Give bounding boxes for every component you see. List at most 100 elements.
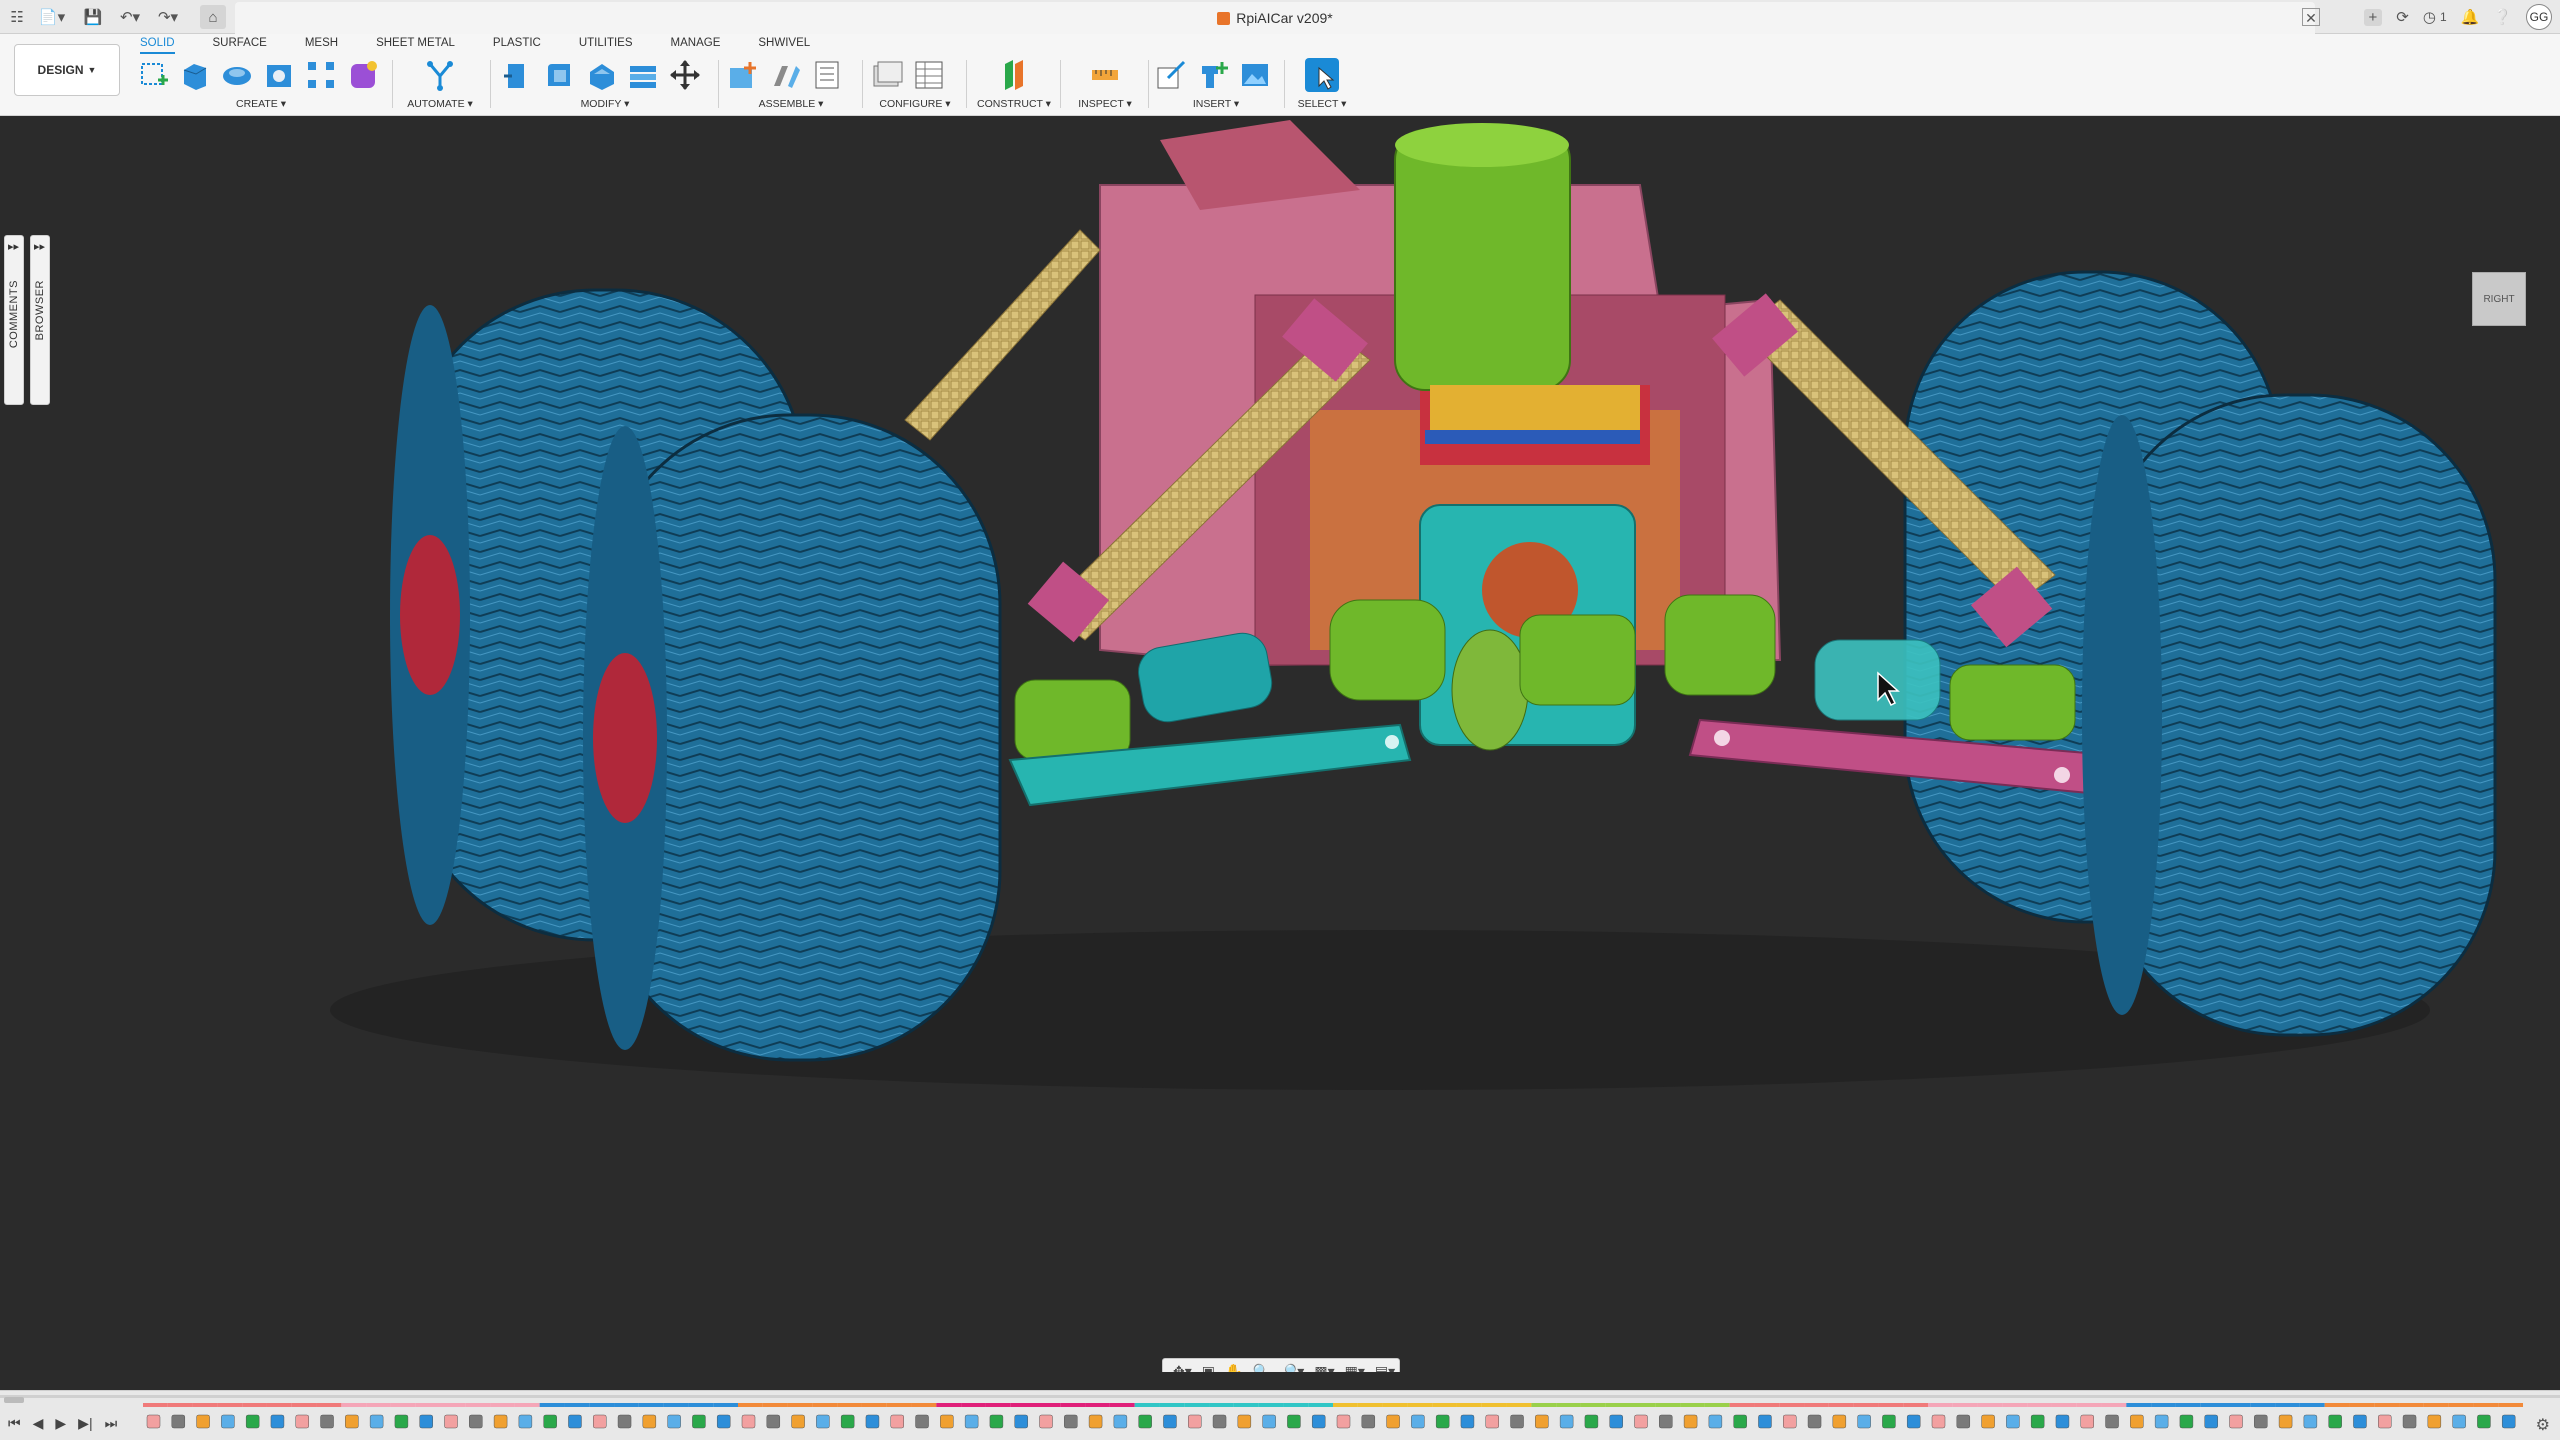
- timeline-feature-construct-icon[interactable]: [345, 1414, 359, 1429]
- shell-icon[interactable]: [584, 58, 618, 92]
- timeline-feature-sketch-icon[interactable]: [2080, 1414, 2094, 1429]
- timeline-feature-joint-icon[interactable]: [1956, 1414, 1971, 1429]
- job-status-icon[interactable]: ◷: [2423, 8, 2436, 26]
- tab-surface[interactable]: SURFACE: [213, 34, 267, 54]
- timeline-feature-joint-icon[interactable]: [1064, 1414, 1078, 1429]
- timeline-feature-construct-icon[interactable]: [1683, 1414, 1698, 1429]
- pan-icon[interactable]: ✋: [1225, 1363, 1242, 1373]
- timeline-feature-component-icon[interactable]: [1113, 1414, 1128, 1429]
- timeline-feature-construct-icon[interactable]: [1535, 1414, 1549, 1429]
- timeline-feature-pattern-icon[interactable]: [1584, 1414, 1599, 1429]
- joint-icon[interactable]: [768, 58, 802, 92]
- extrude-icon[interactable]: [178, 58, 212, 92]
- tab-sheet-metal[interactable]: SHEET METAL: [376, 34, 455, 54]
- timeline-feature-pattern-icon[interactable]: [1287, 1414, 1301, 1429]
- timeline-feature-sketch-icon[interactable]: [1336, 1414, 1351, 1429]
- sync-icon[interactable]: ⟳: [2396, 8, 2409, 26]
- display-settings-icon[interactable]: ▩▾: [1314, 1363, 1334, 1373]
- automate-label[interactable]: AUTOMATE: [407, 98, 464, 110]
- new-tab-icon[interactable]: +: [2363, 8, 2383, 26]
- timeline-feature-extrude-icon[interactable]: [716, 1414, 731, 1429]
- orbit-icon[interactable]: ✥▾: [1173, 1363, 1192, 1373]
- timeline-feature-component-icon[interactable]: [1708, 1414, 1723, 1429]
- timeline-feature-component-icon[interactable]: [2154, 1414, 2169, 1429]
- tire-front-left[interactable]: [583, 413, 1002, 1062]
- scrubber-thumb[interactable]: [4, 1397, 24, 1403]
- vehicle-model[interactable]: [0, 117, 2560, 1372]
- timeline-feature-construct-icon[interactable]: [1237, 1414, 1252, 1429]
- timeline-feature-joint-icon[interactable]: [617, 1414, 632, 1429]
- timeline-feature-sketch-icon[interactable]: [2229, 1414, 2243, 1429]
- timeline-feature-pattern-icon[interactable]: [245, 1414, 260, 1429]
- timeline-feature-extrude-icon[interactable]: [270, 1414, 285, 1429]
- zoom-icon[interactable]: 🔍: [1252, 1363, 1269, 1373]
- assemble-label[interactable]: ASSEMBLE: [759, 98, 816, 110]
- timeline-feature-construct-icon[interactable]: [2427, 1414, 2442, 1429]
- timeline-feature-sketch-icon[interactable]: [1485, 1414, 1499, 1429]
- timeline-feature-construct-icon[interactable]: [940, 1414, 954, 1429]
- timeline-feature-pattern-icon[interactable]: [692, 1414, 706, 1429]
- comments-panel-tab[interactable]: ▸▸ COMMENTS: [4, 235, 24, 405]
- timeline-feature-extrude-icon[interactable]: [865, 1414, 880, 1429]
- timeline-feature-extrude-icon[interactable]: [2055, 1414, 2070, 1429]
- timeline-feature-joint-icon[interactable]: [2105, 1414, 2119, 1429]
- configuration-table-icon[interactable]: [912, 58, 946, 92]
- timeline-feature-joint-icon[interactable]: [2402, 1414, 2417, 1429]
- notifications-icon[interactable]: 🔔: [2461, 8, 2480, 26]
- revolve-icon[interactable]: [220, 58, 254, 92]
- timeline-feature-component-icon[interactable]: [1411, 1414, 1425, 1429]
- home-icon[interactable]: ⌂: [200, 5, 226, 29]
- timeline-features[interactable]: [143, 1401, 2523, 1437]
- timeline-feature-construct-icon[interactable]: [196, 1414, 210, 1429]
- browser-panel-tab[interactable]: ▸▸ BROWSER: [30, 235, 50, 405]
- tab-plastic[interactable]: PLASTIC: [493, 34, 541, 54]
- timeline-feature-joint-icon[interactable]: [1807, 1414, 1822, 1429]
- timeline-feature-pattern-icon[interactable]: [2328, 1414, 2342, 1429]
- timeline-feature-sketch-icon[interactable]: [1783, 1414, 1797, 1429]
- configure-icon[interactable]: [870, 58, 904, 92]
- hole-icon[interactable]: [262, 58, 296, 92]
- timeline-feature-component-icon[interactable]: [2303, 1414, 2318, 1429]
- timeline-feature-component-icon[interactable]: [369, 1414, 384, 1429]
- automate-icon[interactable]: [423, 58, 457, 92]
- timeline-feature-construct-icon[interactable]: [1832, 1414, 1847, 1429]
- timeline-feature-construct-icon[interactable]: [1386, 1414, 1400, 1429]
- step-forward-icon[interactable]: ▶|: [78, 1415, 92, 1432]
- construct-plane-icon[interactable]: [997, 58, 1031, 92]
- timeline-feature-construct-icon[interactable]: [642, 1414, 657, 1429]
- timeline-feature-sketch-icon[interactable]: [1634, 1414, 1648, 1429]
- insert-mcmaster-icon[interactable]: [1196, 58, 1230, 92]
- timeline-feature-construct-icon[interactable]: [493, 1414, 508, 1429]
- timeline-feature-construct-icon[interactable]: [1088, 1414, 1103, 1429]
- look-at-icon[interactable]: ▣: [1202, 1363, 1215, 1373]
- pattern-icon[interactable]: [304, 58, 338, 92]
- timeline-feature-component-icon[interactable]: [667, 1414, 681, 1429]
- select-label[interactable]: SELECT: [1298, 98, 1339, 110]
- zoom-window-icon[interactable]: 🔎▾: [1280, 1363, 1304, 1373]
- step-back-icon[interactable]: ◀: [33, 1415, 44, 1432]
- timeline-feature-component-icon[interactable]: [2452, 1414, 2466, 1429]
- new-component-icon[interactable]: [726, 58, 760, 92]
- timeline-feature-joint-icon[interactable]: [1212, 1414, 1227, 1429]
- timeline-feature-component-icon[interactable]: [2006, 1414, 2020, 1429]
- timeline-feature-pattern-icon[interactable]: [2030, 1414, 2045, 1429]
- viewport[interactable]: ▸▸ COMMENTS ▸▸ BROWSER RIGHT ✥▾ ▣ ✋ 🔍 🔎▾…: [0, 117, 2560, 1372]
- timeline-feature-extrude-icon[interactable]: [1906, 1414, 1921, 1429]
- timeline-feature-extrude-icon[interactable]: [1460, 1414, 1475, 1429]
- bill-of-materials-icon[interactable]: [810, 58, 844, 92]
- timeline-feature-joint-icon[interactable]: [171, 1414, 186, 1429]
- timeline-feature-joint-icon[interactable]: [469, 1414, 483, 1429]
- timeline-feature-joint-icon[interactable]: [1659, 1414, 1673, 1429]
- close-tab-icon[interactable]: ✕: [2302, 8, 2320, 26]
- timeline-feature-construct-icon[interactable]: [791, 1414, 805, 1429]
- combine-icon[interactable]: [626, 58, 660, 92]
- tab-utilities[interactable]: UTILITIES: [579, 34, 633, 54]
- timeline-feature-component-icon[interactable]: [1857, 1414, 1871, 1429]
- document-tab[interactable]: RpiAICar v209*: [235, 2, 2315, 34]
- tab-shwivel[interactable]: SHWIVEL: [758, 34, 810, 54]
- timeline-feature-sketch-icon[interactable]: [295, 1414, 309, 1429]
- app-grid-icon[interactable]: ☷: [6, 5, 28, 29]
- timeline-feature-construct-icon[interactable]: [1981, 1414, 1995, 1429]
- timeline-feature-sketch-icon[interactable]: [1931, 1414, 1946, 1429]
- timeline-feature-pattern-icon[interactable]: [1733, 1414, 1747, 1429]
